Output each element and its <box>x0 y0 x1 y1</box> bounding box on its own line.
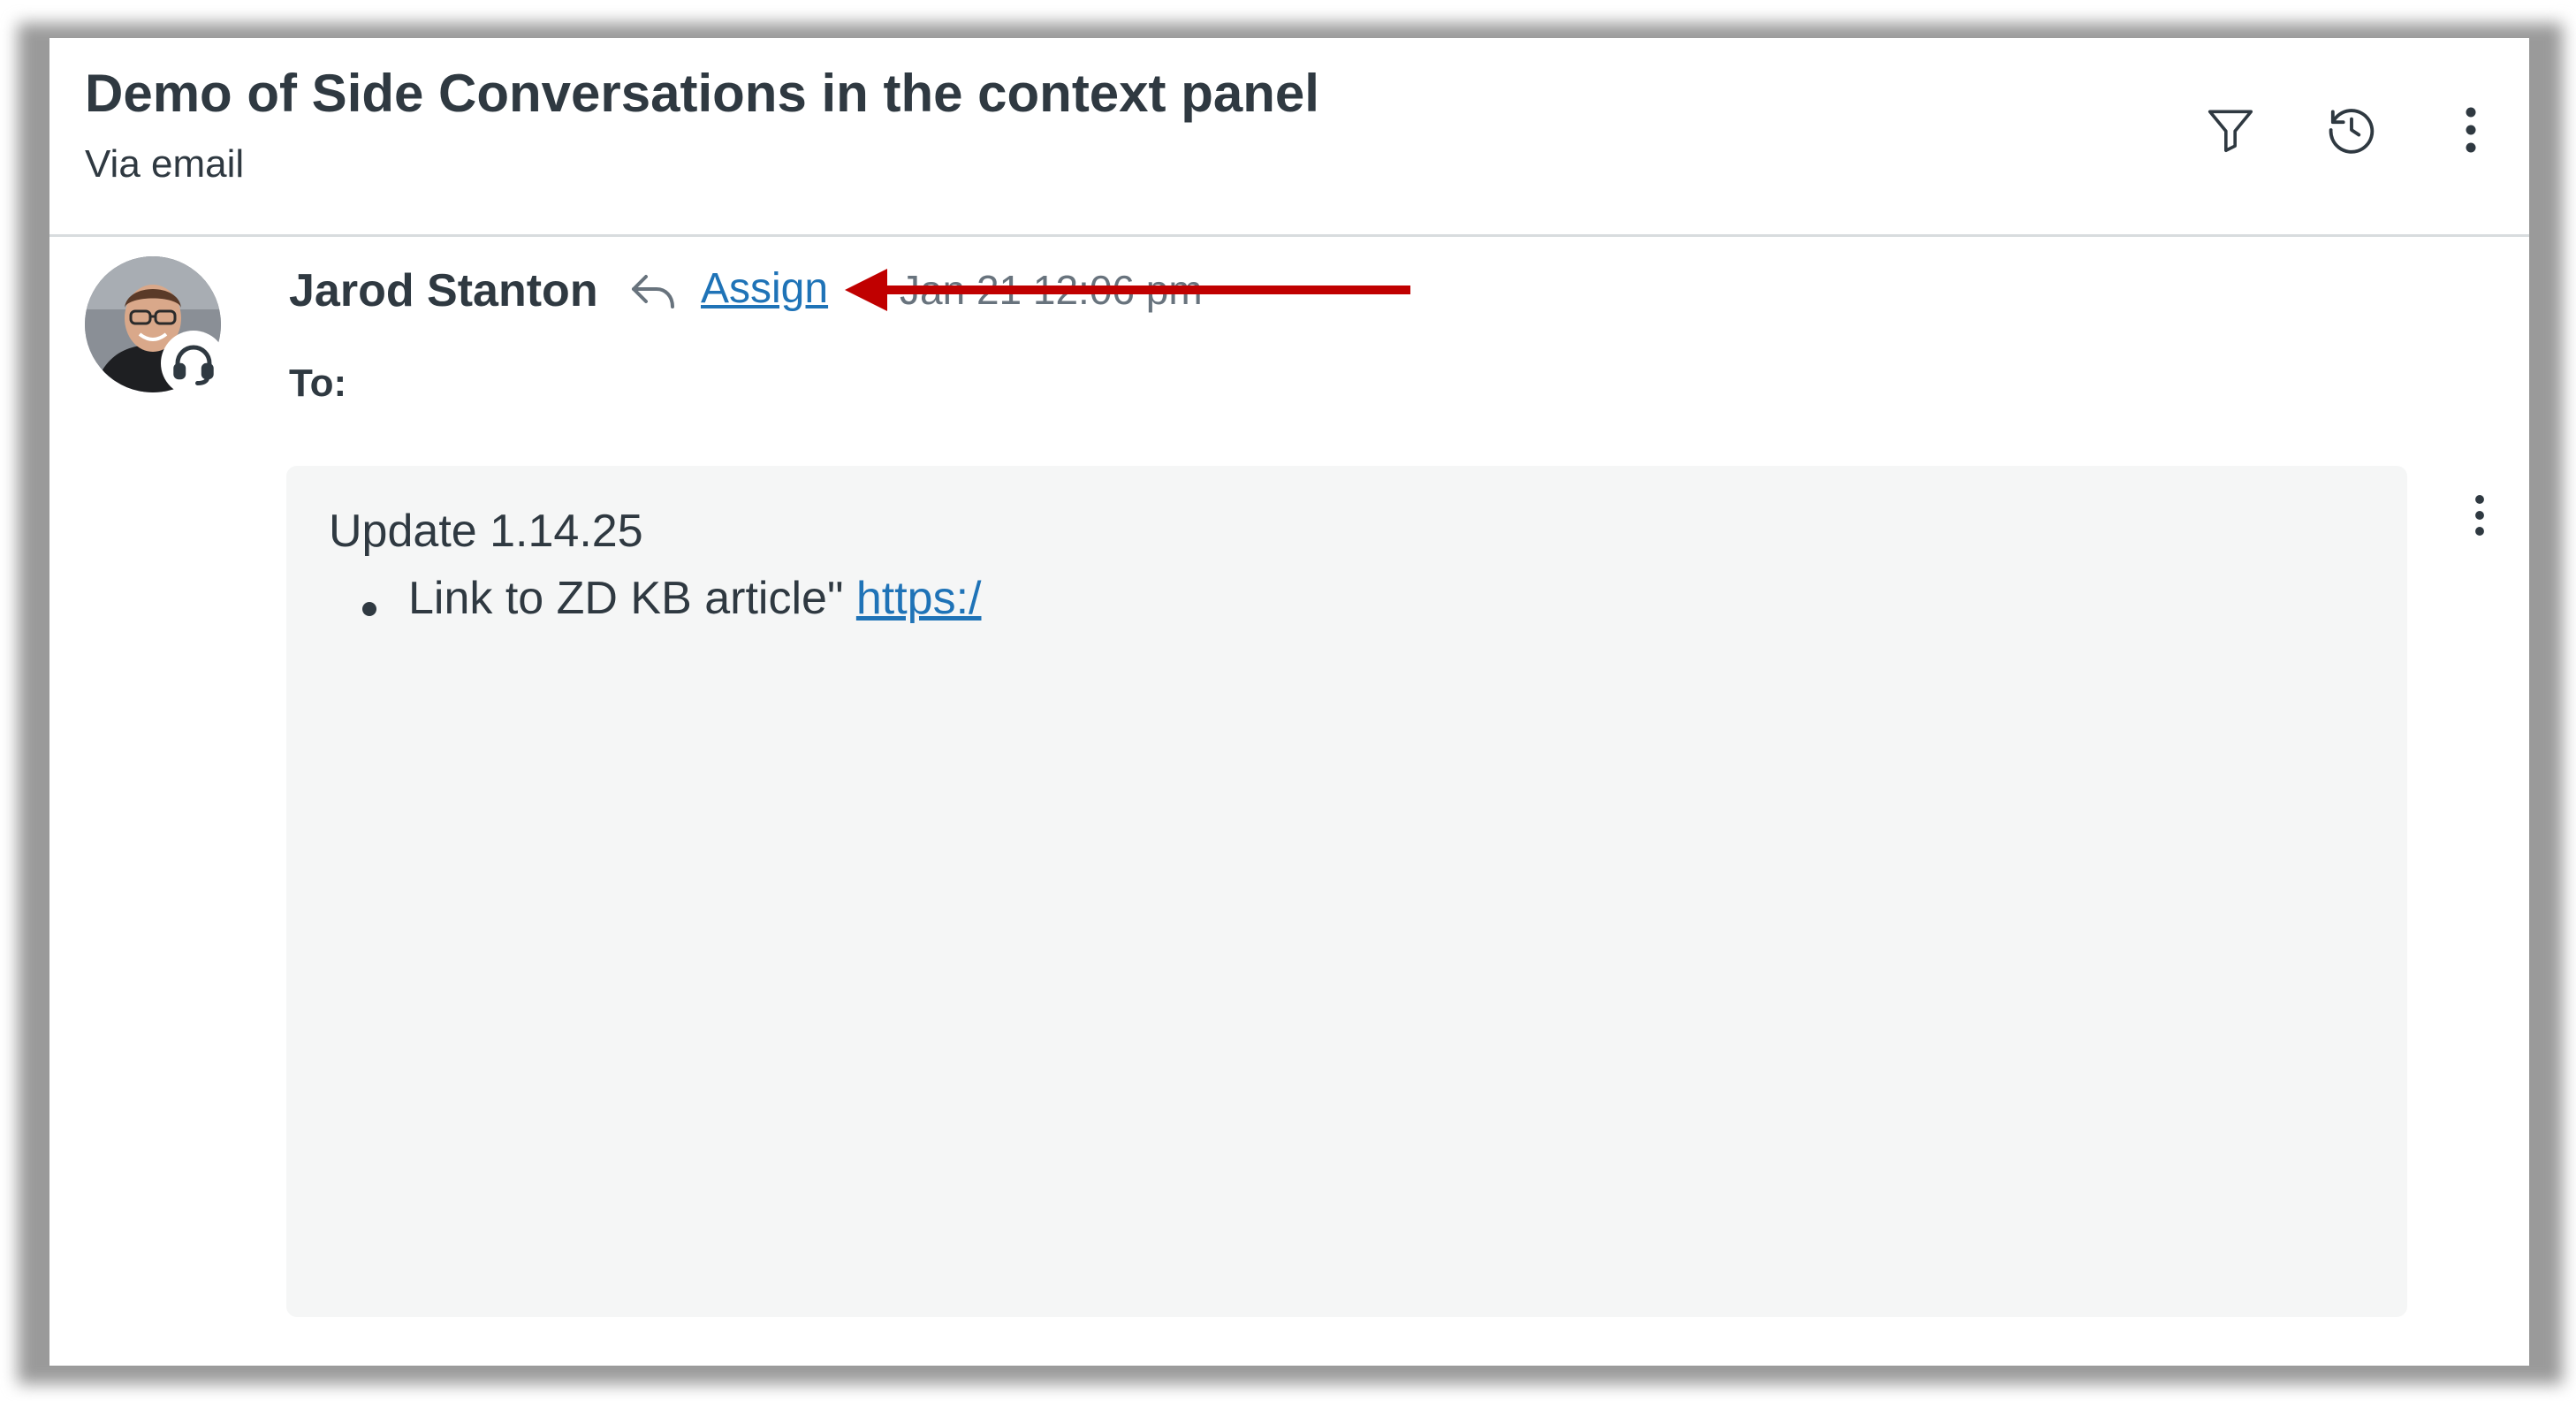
agent-badge <box>163 332 224 394</box>
annotation-arrow <box>845 269 1410 311</box>
kb-article-link[interactable]: https:/ <box>856 573 982 624</box>
message-text: Update 1.14.25 <box>329 506 643 557</box>
message-more-button[interactable] <box>2453 480 2506 551</box>
list-item-text: Link to ZD KB article" <box>408 573 856 624</box>
more-vertical-icon <box>2475 495 2484 536</box>
ticket-header: Demo of Side Conversations in the contex… <box>49 38 2529 237</box>
history-icon <box>2329 109 2375 154</box>
to-label: To: <box>289 362 347 405</box>
message-list-item: Link to ZD KB article" https:/ <box>408 572 982 625</box>
filter-button[interactable] <box>2195 95 2266 165</box>
assign-link[interactable]: Assign <box>701 264 828 313</box>
reply-icon <box>632 275 674 308</box>
ticket-channel: Via email <box>85 142 245 186</box>
sender-name[interactable]: Jarod Stanton <box>289 264 598 317</box>
bullet-point <box>362 602 376 616</box>
avatar[interactable] <box>85 256 224 394</box>
ticket-conversation-panel: Demo of Side Conversations in the contex… <box>49 38 2529 1366</box>
message-body: Update 1.14.25 Link to ZD KB article" ht… <box>286 466 2407 1317</box>
more-options-button[interactable] <box>2435 95 2506 165</box>
filter-icon <box>2207 110 2253 153</box>
more-vertical-icon <box>2466 107 2476 153</box>
page-title: Demo of Side Conversations in the contex… <box>85 64 1319 123</box>
headset-icon <box>173 345 214 385</box>
history-button[interactable] <box>2316 95 2387 165</box>
